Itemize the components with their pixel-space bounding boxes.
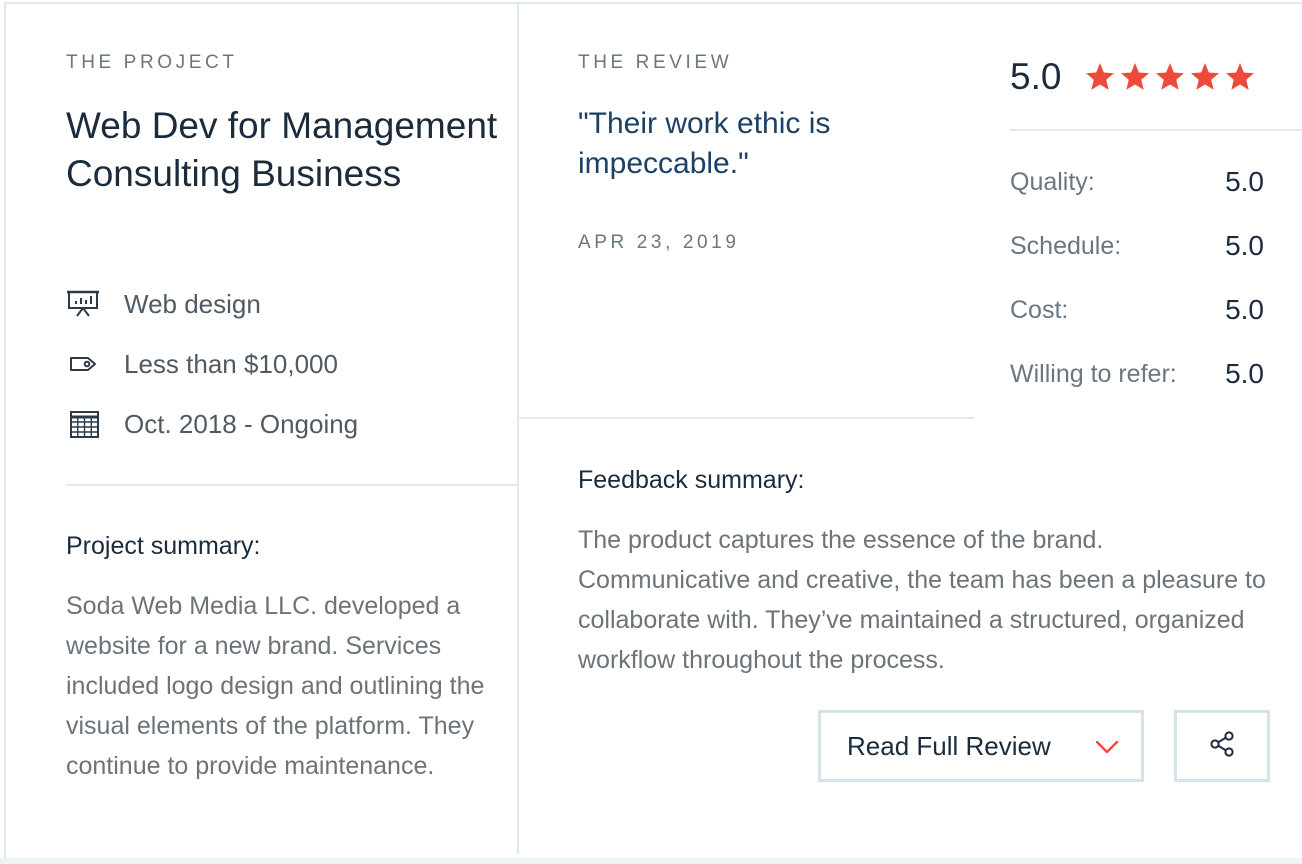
project-service: Web design	[66, 284, 261, 324]
read-full-review-label: Read Full Review	[847, 730, 1051, 761]
review-date: APR 23, 2019	[578, 232, 740, 253]
score-row-cost: Cost: 5.0	[1010, 290, 1264, 330]
share-button[interactable]	[1174, 710, 1270, 782]
project-dates: Oct. 2018 - Ongoing	[66, 404, 358, 444]
score-label: Quality:	[1010, 167, 1095, 196]
score-value: 5.0	[1225, 166, 1264, 197]
project-budget-text: Less than $10,000	[124, 348, 338, 379]
project-eyebrow: THE PROJECT	[66, 52, 238, 73]
star-icon	[1156, 63, 1185, 90]
score-row-schedule: Schedule: 5.0	[1010, 226, 1264, 266]
overall-score: 5.0	[1010, 56, 1062, 97]
star-rating	[1083, 61, 1258, 93]
calendar-icon	[66, 409, 106, 439]
star-icon	[1121, 63, 1150, 90]
column-divider	[517, 2, 519, 854]
star-icon	[1086, 63, 1115, 90]
price-tag-icon	[66, 349, 106, 379]
read-full-review-button[interactable]: Read Full Review	[818, 710, 1144, 782]
review-eyebrow: THE REVIEW	[578, 52, 733, 73]
feedback-summary-text: The product captures the essence of the …	[578, 526, 1266, 674]
chevron-down-icon	[1093, 735, 1121, 759]
card-bottom-edge	[0, 858, 1302, 864]
project-title: Web Dev for Management Consulting Busine…	[66, 105, 498, 194]
divider	[1010, 129, 1302, 131]
project-summary-text: Soda Web Media LLC. developed a website …	[66, 592, 485, 780]
review-quote: "Their work ethic is impeccable."	[578, 107, 831, 180]
score-row-willing-to-refer: Willing to refer: 5.0	[1010, 354, 1264, 394]
score-label: Schedule:	[1010, 231, 1122, 260]
project-service-text: Web design	[124, 288, 261, 319]
divider	[519, 417, 974, 419]
score-value: 5.0	[1225, 230, 1264, 261]
share-icon	[1207, 729, 1237, 764]
divider	[66, 484, 518, 486]
feedback-summary-heading: Feedback summary:	[578, 466, 805, 494]
score-label: Willing to refer:	[1010, 359, 1177, 388]
project-dates-text: Oct. 2018 - Ongoing	[124, 408, 359, 439]
star-icon	[1191, 63, 1220, 90]
score-label: Cost:	[1010, 295, 1069, 324]
score-value: 5.0	[1225, 294, 1264, 325]
overall-rating: 5.0	[1010, 56, 1258, 98]
score-value: 5.0	[1225, 358, 1264, 389]
score-row-quality: Quality: 5.0	[1010, 162, 1264, 202]
project-budget: Less than $10,000	[66, 344, 338, 384]
presentation-board-icon	[66, 289, 106, 319]
project-summary-heading: Project summary:	[66, 532, 261, 560]
star-icon	[1226, 63, 1255, 90]
